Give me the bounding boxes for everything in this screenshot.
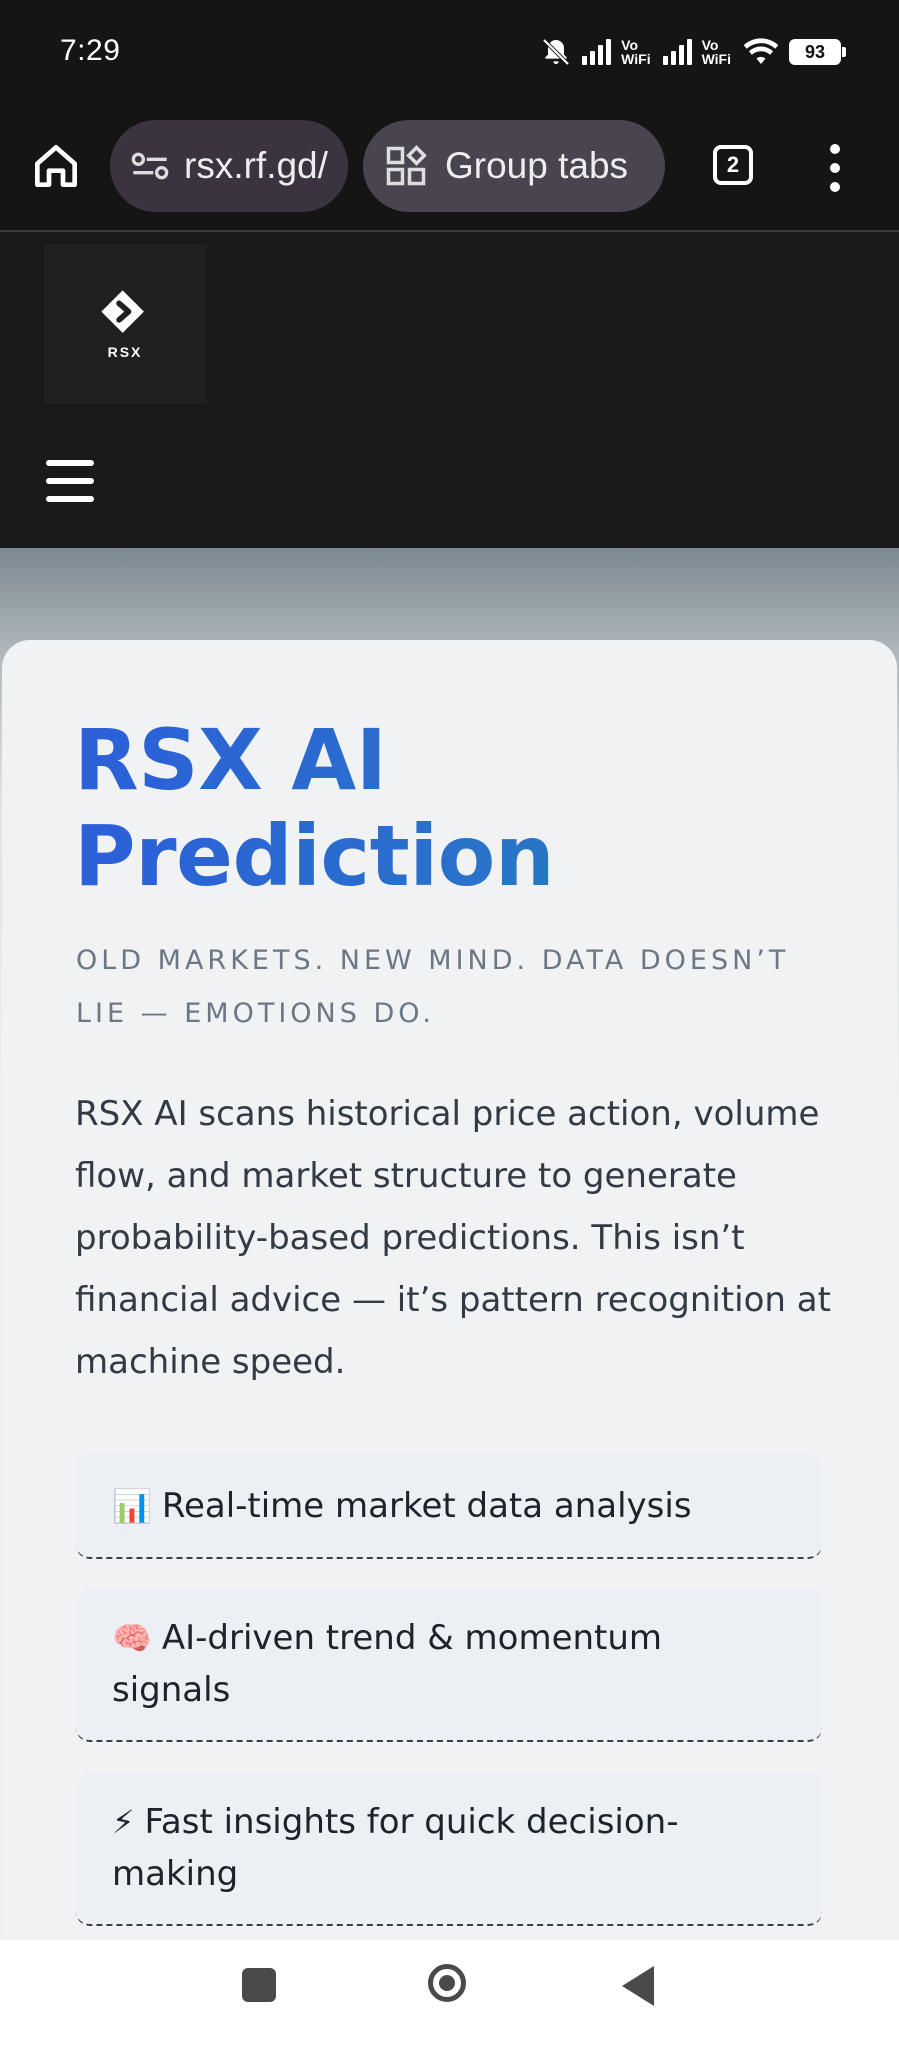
feature-item-ai-signals: 🧠 AI-driven trend & momentum signals [76, 1588, 822, 1742]
group-tabs-icon [386, 145, 427, 186]
status-bar: 7:29 Vo WiFi Vo WiFi 93 [0, 0, 899, 108]
status-time: 7:29 [60, 34, 121, 67]
signal-icon [582, 39, 612, 65]
signal-icon [662, 39, 692, 65]
nav-back-icon[interactable] [622, 1966, 654, 2006]
feature-text: 🧠 AI-driven trend & momentum signals [112, 1618, 663, 1710]
bell-off-icon [542, 38, 570, 66]
hero-description: RSX AI scans historical price action, vo… [75, 1094, 831, 1382]
feature-item-fast-insights: ⚡ Fast insights for quick decision-making [76, 1772, 822, 1926]
home-icon[interactable] [28, 138, 84, 194]
page-title: RSX AI Prediction [74, 712, 854, 904]
group-tabs-label: Group tabs [445, 145, 629, 186]
status-icons: Vo WiFi Vo WiFi 93 [540, 30, 846, 74]
url-text[interactable]: rsx.rf.gd/ [184, 145, 328, 187]
address-bar[interactable]: rsx.rf.gd/ [110, 120, 348, 212]
hamburger-menu-icon[interactable] [46, 460, 94, 502]
feature-text: 📊 Real-time market data analysis [112, 1486, 692, 1526]
tab-switcher-icon[interactable]: 2 [713, 145, 753, 185]
feature-item-market-data: 📊 Real-time market data analysis [76, 1455, 822, 1559]
vowifi-label: Vo WiFi [621, 37, 651, 67]
rsx-logo-icon [101, 290, 144, 333]
lightning-icon: ⚡ [112, 1803, 135, 1841]
nav-recents-icon[interactable] [242, 1968, 276, 2002]
site-settings-icon[interactable] [130, 149, 170, 183]
browser-toolbar: rsx.rf.gd/ Group tabs 2 [0, 108, 899, 232]
battery-indicator: 93 [789, 39, 846, 65]
logo-text: RSX [107, 344, 143, 360]
site-logo[interactable]: RSX [44, 244, 206, 404]
chart-icon: 📊 [112, 1487, 152, 1525]
system-navigation-bar [0, 1940, 899, 2048]
more-vert-icon[interactable] [828, 144, 842, 192]
nav-home-icon[interactable] [428, 1964, 466, 2002]
wifi-icon [743, 38, 779, 64]
feature-text: ⚡ Fast insights for quick decision-making [112, 1802, 679, 1894]
group-tabs-button[interactable]: Group tabs [363, 120, 665, 212]
brain-icon: 🧠 [112, 1619, 152, 1657]
vowifi-label: Vo WiFi [701, 37, 731, 67]
tagline: OLD MARKETS. NEW MIND. DATA DOESN’T LIE … [76, 945, 790, 1029]
site-header: RSX [0, 232, 899, 548]
